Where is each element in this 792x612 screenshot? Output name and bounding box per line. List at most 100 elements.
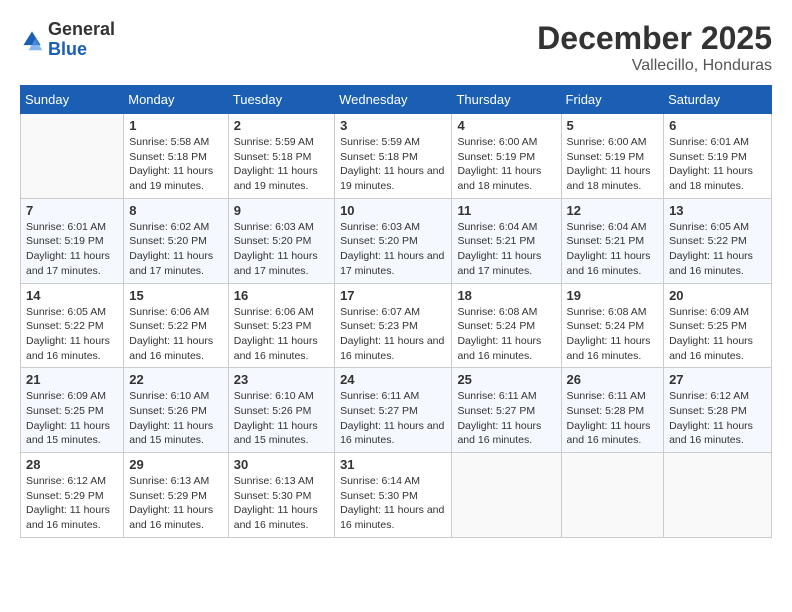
day-info: Sunrise: 6:10 AMSunset: 5:26 PMDaylight:… xyxy=(129,389,223,448)
calendar-cell: 21 Sunrise: 6:09 AMSunset: 5:25 PMDayligh… xyxy=(21,368,124,453)
day-number: 25 xyxy=(457,372,555,387)
day-number: 18 xyxy=(457,288,555,303)
day-info: Sunrise: 6:12 AMSunset: 5:28 PMDaylight:… xyxy=(669,389,766,448)
month-title: December 2025 xyxy=(537,20,772,57)
calendar-week-row: 21 Sunrise: 6:09 AMSunset: 5:25 PMDayligh… xyxy=(21,368,772,453)
calendar-cell xyxy=(21,114,124,199)
day-number: 26 xyxy=(567,372,659,387)
calendar-cell: 17Sunrise: 6:07 AMSunset: 5:23 PMDayligh… xyxy=(335,283,452,368)
calendar-cell: 30Sunrise: 6:13 AMSunset: 5:30 PMDayligh… xyxy=(228,453,334,538)
day-info: Sunrise: 6:12 AMSunset: 5:29 PMDaylight:… xyxy=(26,474,118,533)
calendar-cell: 11Sunrise: 6:04 AMSunset: 5:21 PMDayligh… xyxy=(452,198,561,283)
day-info: Sunrise: 6:06 AMSunset: 5:22 PMDaylight:… xyxy=(129,305,223,364)
calendar-cell: 14 Sunrise: 6:05 AMSunset: 5:22 PMDayligh… xyxy=(21,283,124,368)
day-info: Sunrise: 6:00 AMSunset: 5:19 PMDaylight:… xyxy=(457,135,555,194)
calendar-cell: 12Sunrise: 6:04 AMSunset: 5:21 PMDayligh… xyxy=(561,198,664,283)
day-info: Sunrise: 5:58 AMSunset: 5:18 PMDaylight:… xyxy=(129,135,223,194)
calendar-cell: 19 Sunrise: 6:08 AMSunset: 5:24 PMDayligh… xyxy=(561,283,664,368)
calendar-cell: 9 Sunrise: 6:03 AMSunset: 5:20 PMDaylight… xyxy=(228,198,334,283)
calendar-cell: 2Sunrise: 5:59 AMSunset: 5:18 PMDaylight… xyxy=(228,114,334,199)
day-number: 29 xyxy=(129,457,223,472)
day-number: 4 xyxy=(457,118,555,133)
logo: General Blue xyxy=(20,20,115,60)
day-info: Sunrise: 6:09 AMSunset: 5:25 PMDaylight:… xyxy=(26,389,118,448)
calendar-cell: 20 Sunrise: 6:09 AMSunset: 5:25 PMDayligh… xyxy=(664,283,772,368)
day-info: Sunrise: 6:13 AMSunset: 5:30 PMDaylight:… xyxy=(234,474,329,533)
day-info: Sunrise: 6:11 AMSunset: 5:27 PMDaylight:… xyxy=(340,389,446,448)
day-number: 22 xyxy=(129,372,223,387)
day-info: Sunrise: 6:10 AMSunset: 5:26 PMDaylight:… xyxy=(234,389,329,448)
day-info: Sunrise: 6:11 AMSunset: 5:28 PMDaylight:… xyxy=(567,389,659,448)
calendar-cell xyxy=(452,453,561,538)
calendar-week-row: 28 Sunrise: 6:12 AMSunset: 5:29 PMDayligh… xyxy=(21,453,772,538)
calendar-table: SundayMondayTuesdayWednesdayThursdayFrid… xyxy=(20,85,772,538)
day-info: Sunrise: 6:09 AMSunset: 5:25 PMDaylight:… xyxy=(669,305,766,364)
calendar-cell: 31 Sunrise: 6:14 AMSunset: 5:30 PMDayligh… xyxy=(335,453,452,538)
calendar-cell: 23 Sunrise: 6:10 AMSunset: 5:26 PMDayligh… xyxy=(228,368,334,453)
column-header-friday: Friday xyxy=(561,86,664,114)
day-info: Sunrise: 6:01 AMSunset: 5:19 PMDaylight:… xyxy=(26,220,118,279)
day-info: Sunrise: 6:00 AMSunset: 5:19 PMDaylight:… xyxy=(567,135,659,194)
day-number: 3 xyxy=(340,118,446,133)
day-number: 19 xyxy=(567,288,659,303)
day-number: 24 xyxy=(340,372,446,387)
calendar-cell: 7Sunrise: 6:01 AMSunset: 5:19 PMDaylight… xyxy=(21,198,124,283)
day-info: Sunrise: 6:14 AMSunset: 5:30 PMDaylight:… xyxy=(340,474,446,533)
day-info: Sunrise: 6:02 AMSunset: 5:20 PMDaylight:… xyxy=(129,220,223,279)
day-number: 28 xyxy=(26,457,118,472)
day-number: 17 xyxy=(340,288,446,303)
calendar-cell xyxy=(664,453,772,538)
day-info: Sunrise: 5:59 AMSunset: 5:18 PMDaylight:… xyxy=(234,135,329,194)
day-info: Sunrise: 6:05 AMSunset: 5:22 PMDaylight:… xyxy=(669,220,766,279)
calendar-cell: 18 Sunrise: 6:08 AMSunset: 5:24 PMDayligh… xyxy=(452,283,561,368)
day-info: Sunrise: 6:13 AMSunset: 5:29 PMDaylight:… xyxy=(129,474,223,533)
day-info: Sunrise: 6:04 AMSunset: 5:21 PMDaylight:… xyxy=(457,220,555,279)
day-number: 14 xyxy=(26,288,118,303)
calendar-week-row: 14 Sunrise: 6:05 AMSunset: 5:22 PMDayligh… xyxy=(21,283,772,368)
calendar-cell: 28 Sunrise: 6:12 AMSunset: 5:29 PMDayligh… xyxy=(21,453,124,538)
day-number: 31 xyxy=(340,457,446,472)
calendar-cell: 27 Sunrise: 6:12 AMSunset: 5:28 PMDayligh… xyxy=(664,368,772,453)
calendar-week-row: 1 Sunrise: 5:58 AMSunset: 5:18 PMDaylight… xyxy=(21,114,772,199)
calendar-cell: 15 Sunrise: 6:06 AMSunset: 5:22 PMDayligh… xyxy=(124,283,229,368)
day-info: Sunrise: 6:03 AMSunset: 5:20 PMDaylight:… xyxy=(340,220,446,279)
day-number: 15 xyxy=(129,288,223,303)
calendar-week-row: 7Sunrise: 6:01 AMSunset: 5:19 PMDaylight… xyxy=(21,198,772,283)
day-info: Sunrise: 6:01 AMSunset: 5:19 PMDaylight:… xyxy=(669,135,766,194)
day-number: 5 xyxy=(567,118,659,133)
calendar-cell: 24 Sunrise: 6:11 AMSunset: 5:27 PMDayligh… xyxy=(335,368,452,453)
day-number: 1 xyxy=(129,118,223,133)
column-header-saturday: Saturday xyxy=(664,86,772,114)
day-info: Sunrise: 6:08 AMSunset: 5:24 PMDaylight:… xyxy=(457,305,555,364)
day-number: 9 xyxy=(234,203,329,218)
calendar-cell: 29 Sunrise: 6:13 AMSunset: 5:29 PMDayligh… xyxy=(124,453,229,538)
calendar-cell: 25Sunrise: 6:11 AMSunset: 5:27 PMDayligh… xyxy=(452,368,561,453)
column-header-monday: Monday xyxy=(124,86,229,114)
day-number: 23 xyxy=(234,372,329,387)
calendar-cell: 10 Sunrise: 6:03 AMSunset: 5:20 PMDayligh… xyxy=(335,198,452,283)
day-number: 27 xyxy=(669,372,766,387)
calendar-cell: 3 Sunrise: 5:59 AMSunset: 5:18 PMDaylight… xyxy=(335,114,452,199)
day-info: Sunrise: 6:03 AMSunset: 5:20 PMDaylight:… xyxy=(234,220,329,279)
calendar-cell: 13 Sunrise: 6:05 AMSunset: 5:22 PMDayligh… xyxy=(664,198,772,283)
title-block: December 2025 Vallecillo, Honduras xyxy=(537,20,772,75)
calendar-cell: 22 Sunrise: 6:10 AMSunset: 5:26 PMDayligh… xyxy=(124,368,229,453)
logo-blue-text: Blue xyxy=(48,39,87,59)
day-info: Sunrise: 6:05 AMSunset: 5:22 PMDaylight:… xyxy=(26,305,118,364)
logo-icon xyxy=(20,28,44,52)
calendar-cell: 26 Sunrise: 6:11 AMSunset: 5:28 PMDayligh… xyxy=(561,368,664,453)
page-header: General Blue December 2025 Vallecillo, H… xyxy=(20,20,772,75)
day-number: 6 xyxy=(669,118,766,133)
day-number: 10 xyxy=(340,203,446,218)
calendar-cell xyxy=(561,453,664,538)
day-number: 21 xyxy=(26,372,118,387)
day-info: Sunrise: 6:08 AMSunset: 5:24 PMDaylight:… xyxy=(567,305,659,364)
day-number: 13 xyxy=(669,203,766,218)
day-number: 12 xyxy=(567,203,659,218)
day-number: 20 xyxy=(669,288,766,303)
column-header-wednesday: Wednesday xyxy=(335,86,452,114)
column-header-thursday: Thursday xyxy=(452,86,561,114)
calendar-cell: 16Sunrise: 6:06 AMSunset: 5:23 PMDayligh… xyxy=(228,283,334,368)
calendar-cell: 1 Sunrise: 5:58 AMSunset: 5:18 PMDaylight… xyxy=(124,114,229,199)
day-info: Sunrise: 5:59 AMSunset: 5:18 PMDaylight:… xyxy=(340,135,446,194)
